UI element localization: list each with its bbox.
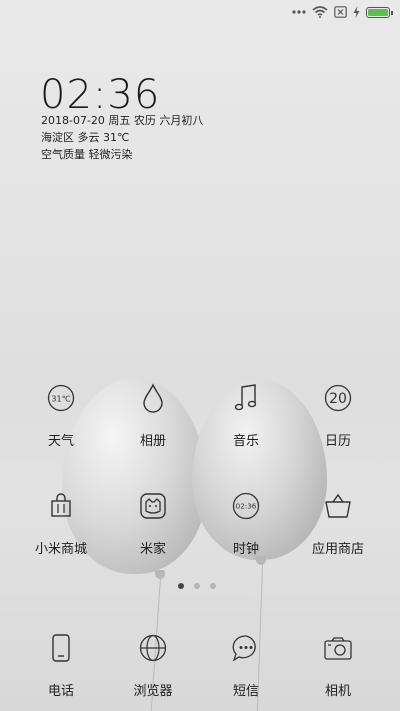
app-label: 短信 (232, 684, 259, 699)
more-dots-icon (292, 10, 306, 14)
app-label: 天气 (47, 434, 74, 449)
app-label: 相册 (139, 434, 166, 449)
weather-line: 海淀区 多云 31℃ (41, 131, 130, 144)
app-label: 音乐 (232, 434, 259, 449)
app-label: 浏览器 (133, 684, 173, 699)
app-weather[interactable]: 31℃ 天气 (21, 378, 101, 449)
gallery-icon (133, 378, 173, 418)
svg-text:02:36: 02:36 (236, 502, 257, 511)
app-label: 时钟 (232, 542, 259, 557)
svg-text:31℃: 31℃ (51, 395, 70, 404)
app-label: 相机 (324, 684, 351, 699)
app-label: 电话 (47, 684, 74, 699)
music-icon (226, 378, 266, 418)
app-mijia[interactable]: 米家 (113, 486, 193, 557)
charging-icon (353, 6, 360, 18)
weather-icon: 31℃ (41, 378, 81, 418)
calendar-icon: 20 (318, 378, 358, 418)
date-line: 2018-07-20 周五 农历 六月初八 (41, 114, 204, 127)
page-dot[interactable] (194, 583, 200, 589)
battery-level-fill (368, 8, 388, 16)
app-clock[interactable]: 02:36 时钟 (206, 486, 286, 557)
messages-icon (226, 628, 266, 668)
app-browser[interactable]: 浏览器 (113, 628, 193, 699)
app-gallery[interactable]: 相册 (113, 378, 193, 449)
battery-icon (366, 6, 393, 18)
page-indicator[interactable] (178, 583, 216, 589)
svg-text:20: 20 (329, 391, 347, 407)
app-store-icon (318, 486, 358, 526)
browser-icon (133, 628, 173, 668)
app-app-store[interactable]: 应用商店 (298, 486, 378, 557)
mijia-icon (133, 486, 173, 526)
app-calendar[interactable]: 20 日历 (298, 378, 378, 449)
camera-icon (318, 628, 358, 668)
status-bar (292, 4, 393, 20)
app-label: 米家 (139, 542, 166, 557)
phone-icon (41, 628, 81, 668)
air-quality-line: 空气质量 轻微污染 (41, 148, 133, 161)
app-music[interactable]: 音乐 (206, 378, 286, 449)
app-mi-store[interactable]: 小米商城 (21, 486, 101, 557)
page-dot-active[interactable] (178, 583, 184, 589)
app-messages[interactable]: 短信 (206, 628, 286, 699)
app-label: 日历 (324, 434, 351, 449)
page-dot[interactable] (210, 583, 216, 589)
no-sim-icon (334, 6, 347, 18)
wifi-icon (312, 6, 328, 18)
app-camera[interactable]: 相机 (298, 628, 378, 699)
clock-icon: 02:36 (226, 486, 266, 526)
app-phone[interactable]: 电话 (21, 628, 101, 699)
mi-store-icon (41, 486, 81, 526)
app-label: 小米商城 (34, 542, 87, 557)
app-label: 应用商店 (311, 542, 364, 557)
